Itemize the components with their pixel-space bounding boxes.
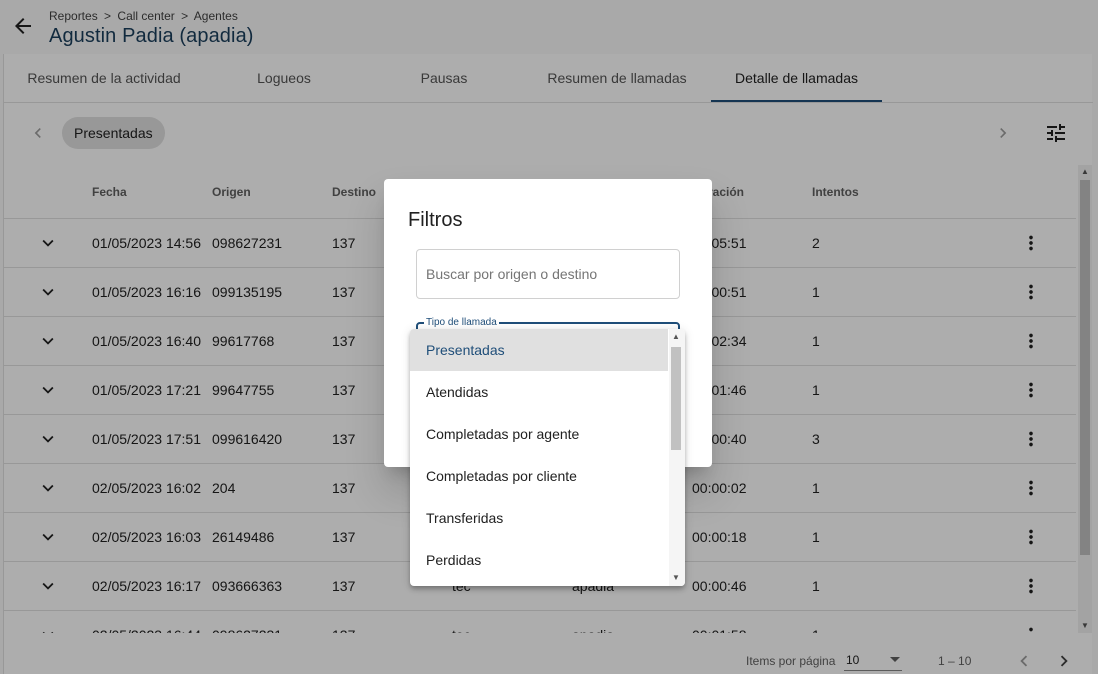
scroll-down-arrow[interactable]: ▼ — [672, 574, 680, 582]
dropdown-option[interactable]: Perdidas — [410, 539, 668, 581]
dropdown-option[interactable]: Completadas por agente — [410, 413, 668, 455]
call-type-label: Tipo de llamada — [424, 317, 499, 328]
dropdown-option[interactable]: Presentadas — [410, 329, 668, 371]
dropdown-option[interactable]: Transferidas — [410, 497, 668, 539]
scroll-up-arrow[interactable]: ▲ — [672, 333, 680, 341]
call-type-dropdown: Perdidas Transferidas Completadas por clie… — [410, 329, 685, 586]
search-field[interactable] — [416, 249, 680, 299]
dialog-title: Filtros — [408, 209, 463, 231]
search-input[interactable] — [426, 264, 666, 284]
dropdown-scrollbar[interactable]: ▲ ▼ — [669, 329, 685, 586]
dropdown-option[interactable]: Completadas por cliente — [410, 455, 668, 497]
dropdown-option[interactable]: Atendidas — [410, 371, 668, 413]
scrollbar-thumb[interactable] — [671, 347, 681, 450]
